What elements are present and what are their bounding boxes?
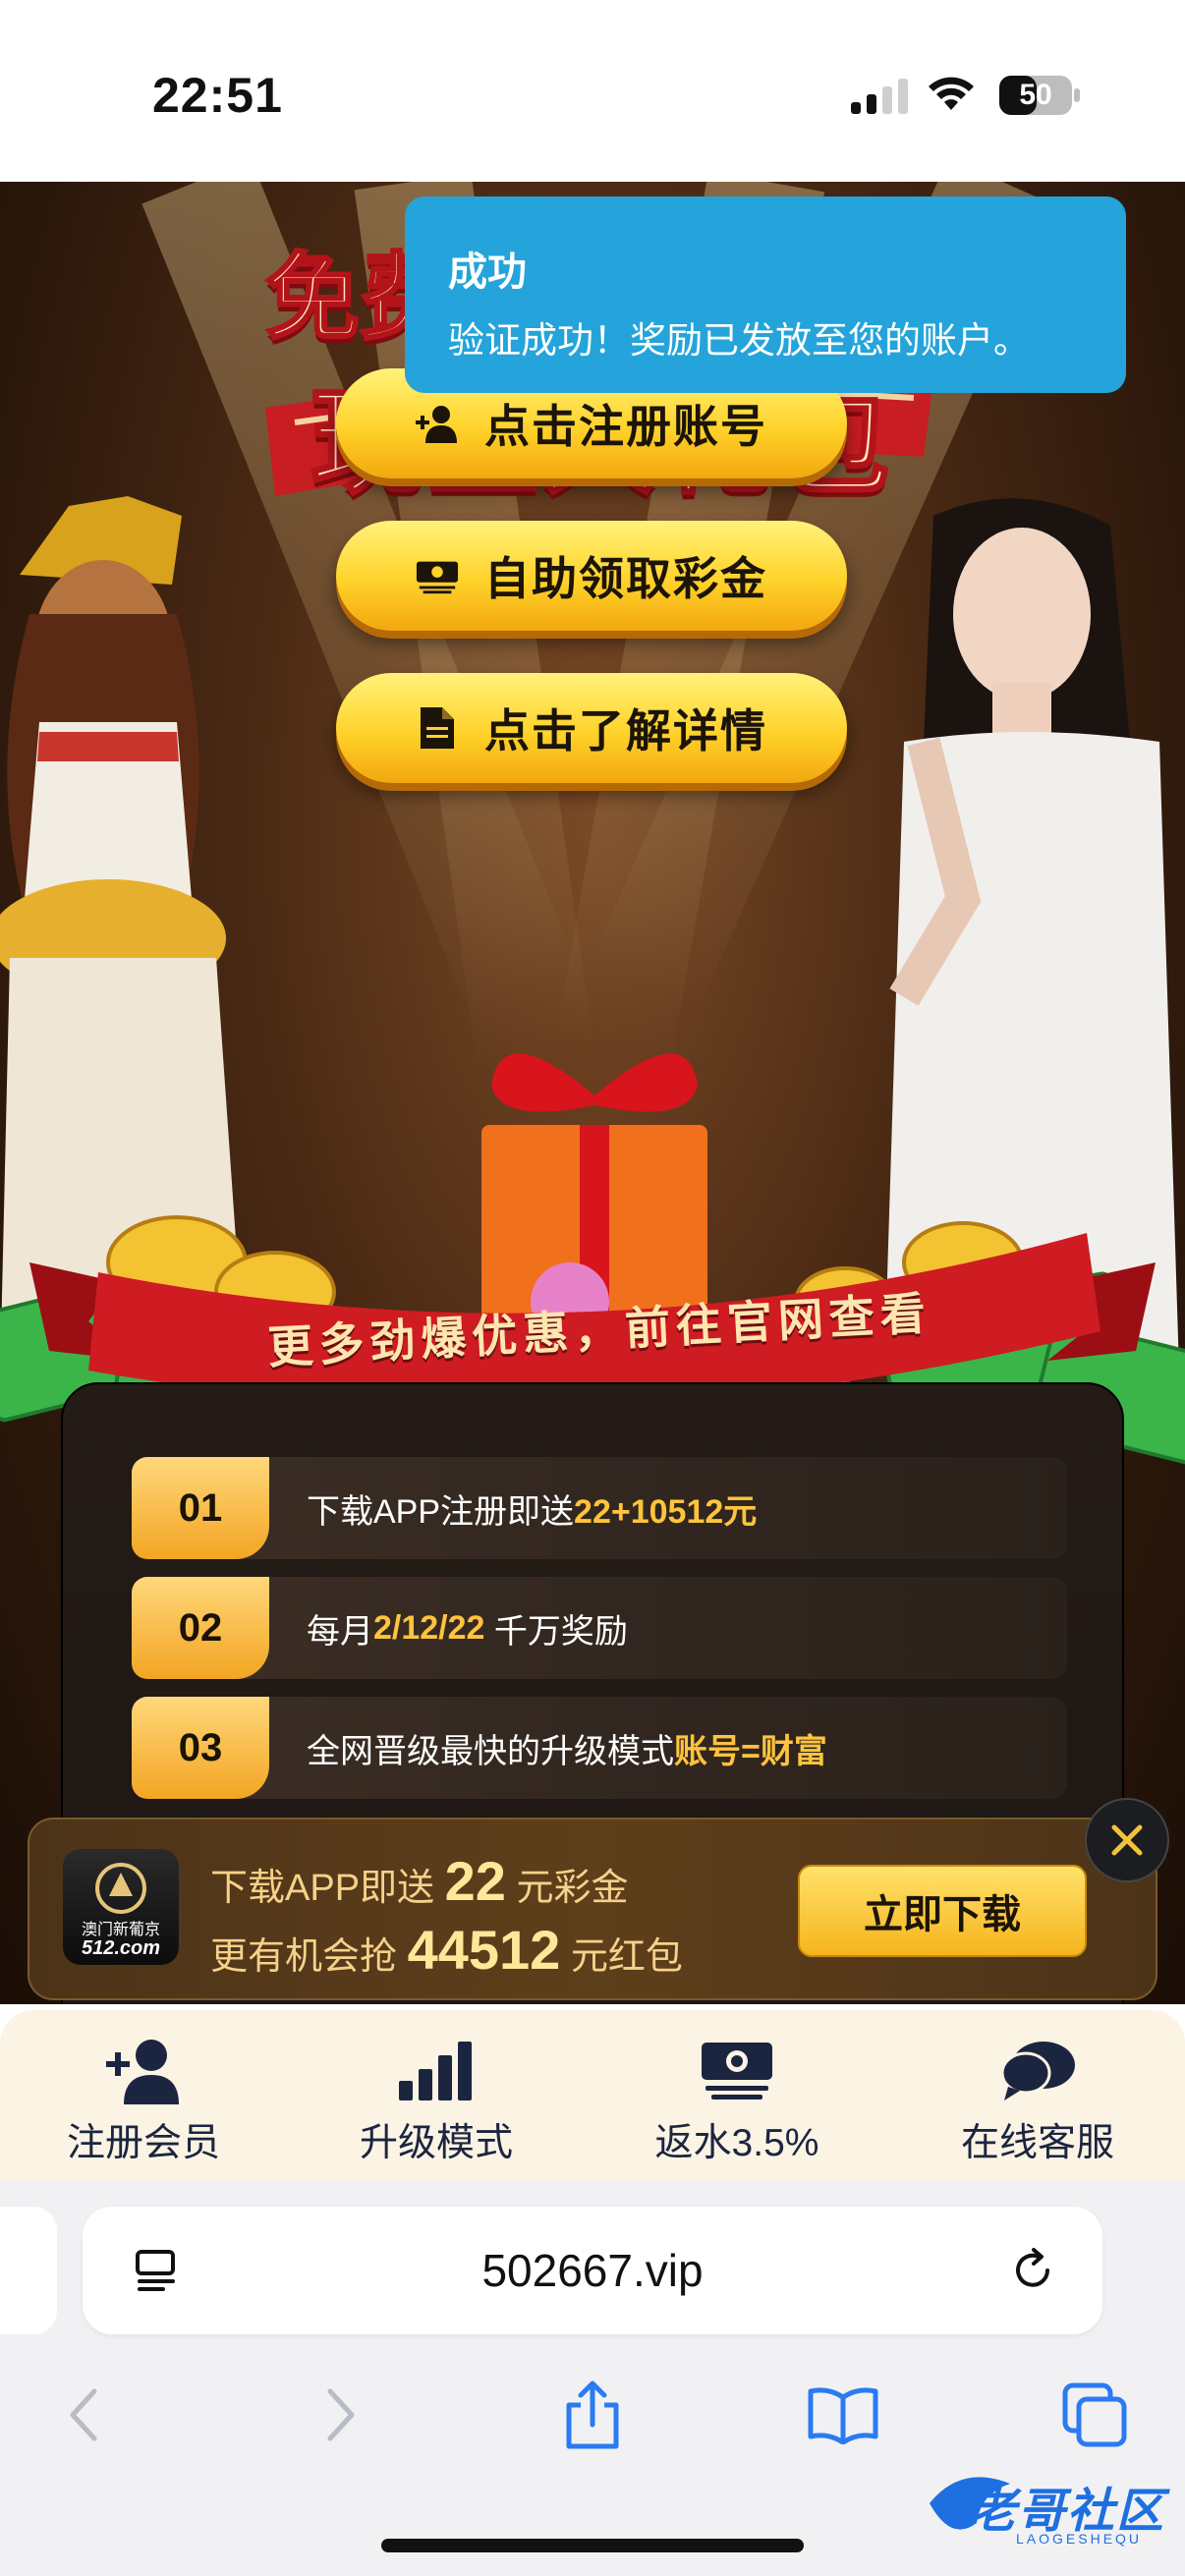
home-indicator[interactable]: [381, 2539, 804, 2552]
list-item-text-main: 全网晋级最快的升级模式: [307, 1732, 674, 1770]
watermark-logo: 老哥社区 LAOGESHEQU: [922, 2464, 1177, 2552]
status-time: 22:51: [152, 68, 283, 123]
list-item-text-suffix: 千万奖励: [484, 1612, 628, 1651]
cellular-signal-icon: [851, 79, 908, 114]
list-item-text-main: 每月: [307, 1612, 373, 1651]
register-account-label: 点击注册账号: [484, 401, 767, 452]
list-item-text: 全网晋级最快的升级模式 账号=财富: [307, 1697, 827, 1799]
nav-online-support[interactable]: 在线客服: [910, 2038, 1165, 2175]
offer-line2-prefix: 更有机会抢: [210, 1936, 398, 1978]
tabs-icon: [1062, 2382, 1127, 2447]
learn-details-label: 点击了解详情: [484, 705, 767, 756]
battery-icon: 50: [998, 75, 1081, 116]
offer-line2-amount: 44512: [407, 1919, 561, 1981]
cash-icon: [698, 2038, 776, 2104]
list-item: 03 全网晋级最快的升级模式 账号=财富: [132, 1697, 1067, 1799]
cash-icon: [416, 554, 459, 597]
back-button[interactable]: [45, 2376, 124, 2454]
bookmarks-button[interactable]: [804, 2376, 882, 2454]
learn-details-button[interactable]: 点击了解详情: [336, 673, 847, 783]
status-bar: 22:51 50: [0, 0, 1185, 182]
list-item-number: 02: [132, 1577, 269, 1679]
add-user-icon: [104, 2038, 183, 2104]
bar-chart-icon: [397, 2038, 476, 2104]
promo-hero: 免费 现金大礼包 点击注册账号 自助领取彩金 点击了解详情: [0, 182, 1185, 2004]
bottom-nav: 注册会员 升级模式 返水3.5% 在线客服: [0, 2010, 1185, 2181]
forward-button[interactable]: [301, 2376, 379, 2454]
download-now-button[interactable]: 立即下载: [798, 1865, 1087, 1957]
nav-label: 返水3.5%: [654, 2122, 819, 2164]
reload-icon[interactable]: [1006, 2244, 1059, 2297]
claim-bonus-label: 自助领取彩金: [484, 553, 767, 604]
app-logo-name: 澳门新葡京: [81, 1922, 160, 1938]
tabs-button[interactable]: [1055, 2376, 1134, 2454]
chat-icon: [998, 2038, 1077, 2104]
bookmarks-icon: [808, 2387, 878, 2444]
battery-level: 50: [1019, 79, 1052, 111]
nav-rebate[interactable]: 返水3.5%: [609, 2038, 865, 2175]
download-offer-line1: 下载APP即送 22 元彩金: [210, 1849, 628, 1913]
list-item: 02 每月 2/12/22 千万奖励: [132, 1577, 1067, 1679]
url-text: 502667.vip: [481, 2245, 704, 2296]
nav-label: 注册会员: [66, 2122, 220, 2164]
claim-bonus-button[interactable]: 自助领取彩金: [336, 521, 847, 631]
nav-label: 升级模式: [359, 2122, 513, 2164]
app-logo-domain: 512.com: [81, 1937, 161, 1959]
list-item-highlight: 22+10512元: [574, 1492, 758, 1531]
document-icon: [416, 706, 459, 750]
list-item-text: 下载APP注册即送 22+10512元: [307, 1457, 757, 1559]
nav-label: 在线客服: [960, 2122, 1114, 2164]
download-offer-line2: 更有机会抢 44512 元红包: [210, 1918, 683, 1982]
close-download-bar-button[interactable]: [1085, 1798, 1169, 1882]
download-app-bar: 澳门新葡京 512.com 下载APP即送 22 元彩金 更有机会抢 44512…: [28, 1818, 1157, 2000]
share-button[interactable]: [553, 2376, 632, 2454]
nav-upgrade-mode[interactable]: 升级模式: [309, 2038, 564, 2175]
list-item-number: 03: [132, 1697, 269, 1799]
forward-icon: [327, 2388, 355, 2441]
wifi-icon: [929, 77, 974, 110]
list-item: 01 下载APP注册即送 22+10512元: [132, 1457, 1067, 1559]
watermark-subtext: LAOGESHEQU: [1016, 2531, 1143, 2547]
previous-tab-peek[interactable]: [0, 2207, 57, 2334]
share-icon: [566, 2380, 619, 2449]
success-toast[interactable]: 成功 验证成功！奖励已发放至您的账户。: [405, 196, 1126, 393]
toast-title: 成功: [448, 251, 527, 294]
list-item-highlight: 2/12/22: [373, 1608, 485, 1647]
offer-line1-prefix: 下载APP即送: [210, 1868, 435, 1909]
nav-register-member[interactable]: 注册会员: [16, 2038, 271, 2175]
app-logo: 澳门新葡京 512.com: [63, 1849, 179, 1965]
add-user-icon: [416, 402, 459, 445]
list-item-text-main: 下载APP注册即送: [307, 1492, 575, 1531]
offer-line1-suffix: 元彩金: [516, 1868, 629, 1909]
offer-line1-amount: 22: [444, 1850, 506, 1912]
address-bar[interactable]: 502667.vip: [83, 2207, 1102, 2334]
offer-line2-suffix: 元红包: [570, 1936, 683, 1978]
toast-message: 验证成功！奖励已发放至您的账户。: [448, 320, 1030, 361]
list-item-text: 每月 2/12/22 千万奖励: [307, 1577, 628, 1679]
list-item-number: 01: [132, 1457, 269, 1559]
back-icon: [70, 2388, 97, 2441]
close-icon: [1111, 1824, 1143, 1856]
list-item-highlight: 账号=财富: [674, 1732, 827, 1770]
